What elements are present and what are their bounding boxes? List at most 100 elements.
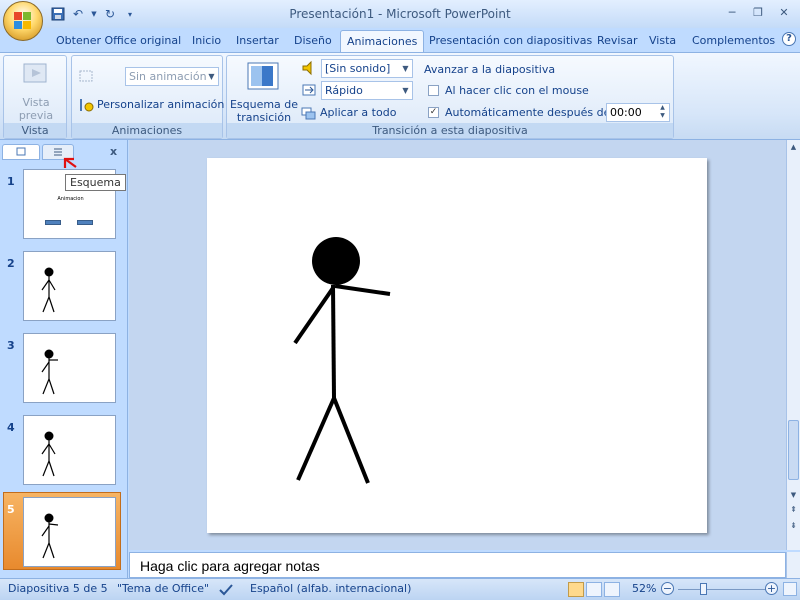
custom-animation-label: Personalizar animación bbox=[97, 98, 225, 111]
preview-label-1: Vista bbox=[22, 96, 50, 109]
transition-scheme-button[interactable]: Esquema de transición bbox=[229, 58, 299, 124]
stick-figure-icon bbox=[41, 513, 59, 559]
animate-icon bbox=[79, 70, 93, 82]
on-click-checkbox[interactable] bbox=[428, 85, 439, 96]
spinner-arrows-icon[interactable]: ▲ ▼ bbox=[656, 104, 669, 121]
tab-animaciones[interactable]: Animaciones bbox=[340, 30, 425, 52]
zoom-slider-thumb[interactable] bbox=[700, 583, 707, 595]
slide-thumbnail-5[interactable] bbox=[23, 497, 116, 567]
minimize-icon[interactable]: ─ bbox=[720, 4, 744, 22]
tab-insertar[interactable]: Insertar bbox=[230, 30, 285, 52]
tab-presentacion[interactable]: Presentación con diapositivas bbox=[423, 30, 598, 52]
notes-scrollbar[interactable] bbox=[786, 552, 800, 578]
close-icon[interactable]: ✕ bbox=[772, 4, 796, 22]
stick-figure-icon bbox=[41, 349, 58, 395]
normal-view-icon[interactable] bbox=[568, 582, 584, 597]
language[interactable]: Español (alfab. internacional) bbox=[250, 582, 411, 595]
ribbon-tabs: Obtener Office original Inicio Insertar … bbox=[0, 28, 800, 52]
chevron-down-icon: ▼ bbox=[402, 64, 409, 73]
group-label-preview: Vista previa bbox=[4, 123, 66, 152]
apply-all-label: Aplicar a todo bbox=[320, 106, 397, 119]
previous-slide-icon[interactable]: ⇞ bbox=[787, 504, 800, 518]
sound-icon bbox=[302, 60, 312, 76]
tab-slides[interactable] bbox=[2, 144, 40, 160]
sound-combo-value: [Sin sonido] bbox=[325, 62, 391, 75]
zoom-level[interactable]: 52% bbox=[632, 582, 656, 595]
fit-to-window-icon[interactable] bbox=[783, 582, 797, 596]
scroll-thumb[interactable] bbox=[788, 420, 799, 480]
ribbon: Vista previa Vista previa Sin animación … bbox=[0, 52, 800, 152]
auto-time-value: 00:00 bbox=[610, 106, 642, 119]
scroll-up-icon[interactable]: ▲ bbox=[787, 140, 800, 154]
notes-pane[interactable]: Haga clic para agregar notas bbox=[129, 552, 786, 578]
preview-icon bbox=[23, 63, 47, 83]
preview-label-2: previa bbox=[18, 109, 54, 122]
restore-icon[interactable]: ❐ bbox=[746, 4, 770, 22]
tab-vista[interactable]: Vista bbox=[643, 30, 682, 52]
window-title: Presentación1 - Microsoft PowerPoint bbox=[289, 7, 511, 21]
thumb-button-shape bbox=[77, 220, 93, 225]
slides-tab-icon bbox=[16, 147, 26, 156]
speed-combo[interactable]: Rápido ▼ bbox=[321, 81, 413, 100]
custom-animation-button[interactable]: Personalizar animación bbox=[78, 96, 224, 114]
group-label-animations: Animaciones bbox=[72, 123, 222, 138]
tab-inicio[interactable]: Inicio bbox=[186, 30, 227, 52]
stick-figure-drawing[interactable] bbox=[207, 158, 707, 533]
transition-scheme-label-1: Esquema de bbox=[229, 98, 299, 111]
theme-name[interactable]: "Tema de Office" bbox=[117, 582, 209, 595]
mouse-cursor-icon bbox=[63, 157, 77, 168]
tab-obtener-office[interactable]: Obtener Office original bbox=[50, 30, 187, 52]
apply-all-icon bbox=[301, 107, 316, 120]
sound-combo[interactable]: [Sin sonido] ▼ bbox=[321, 59, 413, 78]
transition-scheme-icon bbox=[247, 62, 279, 90]
slide-thumbnail-2[interactable] bbox=[23, 251, 116, 321]
slide-number: 3 bbox=[7, 339, 15, 352]
office-button[interactable] bbox=[3, 1, 43, 41]
stick-figure-icon bbox=[41, 431, 56, 477]
auto-advance-checkbox[interactable]: ✓ bbox=[428, 107, 439, 118]
slide-number: 5 bbox=[7, 503, 15, 516]
slide-number: 4 bbox=[7, 421, 15, 434]
slide-thumbnail-3[interactable] bbox=[23, 333, 116, 403]
notes-placeholder: Haga clic para agregar notas bbox=[140, 558, 320, 574]
tab-diseno[interactable]: Diseño bbox=[288, 30, 338, 52]
chevron-down-icon: ▼ bbox=[402, 86, 409, 95]
zoom-in-icon[interactable]: + bbox=[765, 582, 778, 595]
advance-heading: Avanzar a la diapositiva bbox=[424, 63, 556, 76]
scroll-down-icon[interactable]: ▼ bbox=[787, 488, 800, 502]
spellcheck-icon[interactable] bbox=[218, 582, 234, 598]
group-transicion: Esquema de transición [Sin sonido] ▼ Ráp… bbox=[226, 55, 674, 139]
tab-revisar[interactable]: Revisar bbox=[591, 30, 643, 52]
zoom-out-icon[interactable]: − bbox=[661, 582, 674, 595]
slide-sorter-icon[interactable] bbox=[586, 582, 602, 597]
speed-icon bbox=[302, 84, 316, 96]
slide-number: 2 bbox=[7, 257, 15, 270]
slide-canvas[interactable] bbox=[207, 158, 707, 533]
on-click-label: Al hacer clic con el mouse bbox=[445, 84, 589, 97]
thumb-title: Animacion bbox=[57, 196, 84, 202]
group-vista-previa: Vista previa Vista previa bbox=[3, 55, 67, 152]
animate-combo-value: Sin animación bbox=[129, 70, 207, 83]
group-animaciones: Sin animación ▼ Personalizar animación A… bbox=[71, 55, 224, 139]
custom-animation-icon bbox=[80, 99, 94, 112]
vertical-scrollbar[interactable]: ▲ ▼ ⇞ ⇟ bbox=[786, 140, 800, 550]
close-panel-icon[interactable]: x bbox=[110, 145, 117, 158]
animate-combo[interactable]: Sin animación ▼ bbox=[125, 67, 219, 86]
tab-complementos[interactable]: Complementos bbox=[686, 30, 781, 52]
slide-thumbnail-4[interactable] bbox=[23, 415, 116, 485]
office-logo-icon bbox=[14, 12, 32, 30]
auto-advance-label: Automáticamente después de: bbox=[445, 106, 615, 119]
preview-button[interactable]: Vista previa bbox=[8, 58, 64, 122]
title-bar: ↶ ▼ ↻ ▾ Presentación1 - Microsoft PowerP… bbox=[0, 0, 800, 28]
apply-all-button[interactable]: Aplicar a todo bbox=[301, 104, 401, 122]
zoom-slider-track[interactable] bbox=[678, 589, 776, 590]
stick-figure-icon bbox=[41, 267, 56, 313]
slide-number: 1 bbox=[7, 175, 15, 188]
tooltip: Esquema bbox=[65, 174, 126, 191]
slideshow-icon[interactable] bbox=[604, 582, 620, 597]
auto-time-spinner[interactable]: 00:00 ▲ ▼ bbox=[606, 103, 670, 122]
next-slide-icon[interactable]: ⇟ bbox=[787, 520, 800, 534]
chevron-down-icon: ▼ bbox=[208, 72, 215, 81]
help-icon[interactable]: ? bbox=[782, 32, 796, 46]
status-bar: Diapositiva 5 de 5 "Tema de Office" Espa… bbox=[0, 578, 800, 600]
